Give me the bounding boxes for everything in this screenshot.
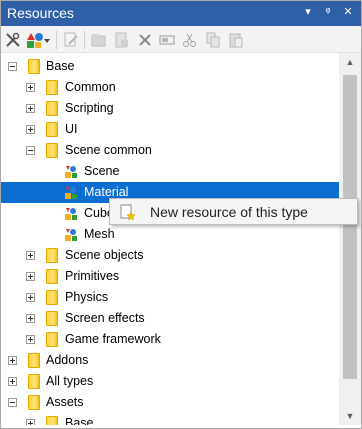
tree-item[interactable]: Scene objects <box>1 245 339 266</box>
edit-icon[interactable] <box>62 31 80 49</box>
tree-item-label: Base <box>65 416 94 425</box>
expand-icon[interactable] <box>26 419 35 425</box>
collapse-icon[interactable] <box>26 146 35 155</box>
expand-icon[interactable] <box>8 356 17 365</box>
pin-button[interactable]: ᵠ <box>320 4 336 20</box>
folder-icon <box>46 101 58 116</box>
tree-item-label: Scene <box>84 164 120 178</box>
toolbar-separator <box>56 31 57 49</box>
tree-item-label: Common <box>65 80 116 94</box>
expand-icon[interactable] <box>26 104 35 113</box>
tree-item[interactable]: Scene <box>1 161 339 182</box>
tree-item-label: Primitives <box>65 269 120 283</box>
tree-item-label: Addons <box>46 353 89 367</box>
resource-type-icon <box>63 227 79 243</box>
resource-type-icon <box>63 206 79 222</box>
expand-icon[interactable] <box>8 377 17 386</box>
folder-icon <box>28 395 40 410</box>
tree-item[interactable]: Mesh <box>1 224 339 245</box>
new-resource-icon[interactable] <box>25 31 51 49</box>
resource-type-icon <box>63 185 79 201</box>
folder-icon <box>28 59 40 74</box>
panel-title: Resources <box>7 5 74 21</box>
tree-item-label: Material <box>84 185 129 199</box>
tree-item[interactable]: Primitives <box>1 266 339 287</box>
tree-item[interactable]: Scene common <box>1 140 339 161</box>
tree-item-label: Scene common <box>65 143 152 157</box>
folder-icon <box>46 122 58 137</box>
folder-icon <box>46 311 58 326</box>
tree-item-label: UI <box>65 122 78 136</box>
tree-item-label: Game framework <box>65 332 161 346</box>
expand-icon[interactable] <box>26 251 35 260</box>
resource-type-icon <box>63 164 79 180</box>
tree-item[interactable]: Common <box>1 77 339 98</box>
expand-icon[interactable] <box>26 314 35 323</box>
tree-item-label: Screen effects <box>65 311 145 325</box>
expand-icon[interactable] <box>26 335 35 344</box>
tree-item[interactable]: Screen effects <box>1 308 339 329</box>
folder-icon <box>46 143 58 158</box>
scroll-up-button[interactable]: ▲ <box>339 53 361 71</box>
vertical-scrollbar[interactable]: ▲ ▼ <box>339 53 361 425</box>
new-resource-icon <box>118 203 136 221</box>
toolbar-separator <box>84 31 85 49</box>
panel-titlebar: Resources ▾ ᵠ ✕ <box>0 0 362 26</box>
tree-item-label: Scene objects <box>65 248 144 262</box>
folder-icon <box>46 290 58 305</box>
new-folder-icon[interactable] <box>90 31 108 49</box>
rename-icon[interactable] <box>158 31 176 49</box>
tree-item-label: All types <box>46 374 94 388</box>
tree-item-label: Scripting <box>65 101 114 115</box>
scroll-down-button[interactable]: ▼ <box>339 407 361 425</box>
folder-icon <box>28 374 40 389</box>
cut-icon[interactable] <box>181 31 199 49</box>
paste-icon[interactable] <box>227 31 245 49</box>
tree-item[interactable]: Addons <box>1 350 339 371</box>
panel-menu-button[interactable]: ▾ <box>300 4 316 20</box>
folder-icon <box>46 332 58 347</box>
context-menu: New resource of this type <box>109 198 358 225</box>
expand-icon[interactable] <box>26 125 35 134</box>
menu-item-new-resource[interactable]: New resource of this type <box>150 204 308 220</box>
expand-icon[interactable] <box>26 272 35 281</box>
tree-item[interactable]: Base <box>1 413 339 425</box>
expand-icon[interactable] <box>26 83 35 92</box>
tree-item-label: Mesh <box>84 227 115 241</box>
tree-item[interactable]: All types <box>1 371 339 392</box>
tree-item[interactable]: Physics <box>1 287 339 308</box>
resources-toolbar <box>0 26 362 53</box>
tree-item[interactable]: Scripting <box>1 98 339 119</box>
expand-icon[interactable] <box>26 293 35 302</box>
scrollbar-thumb[interactable] <box>343 75 357 379</box>
tree-item[interactable]: Game framework <box>1 329 339 350</box>
folder-icon <box>46 416 58 425</box>
tree-item[interactable]: Assets <box>1 392 339 413</box>
tree-item-label: Base <box>46 59 75 73</box>
copy-icon[interactable] <box>204 31 222 49</box>
folder-icon <box>46 80 58 95</box>
collapse-icon[interactable] <box>8 62 17 71</box>
folder-icon <box>46 269 58 284</box>
import-icon[interactable] <box>113 31 131 49</box>
collapse-icon[interactable] <box>8 398 17 407</box>
tree-item[interactable]: UI <box>1 119 339 140</box>
resource-tree[interactable]: Base Common Scripting UI Scene common Scene Ma… <box>1 53 339 425</box>
tools-icon[interactable] <box>4 31 22 49</box>
tree-item[interactable]: Base <box>1 56 339 77</box>
delete-icon[interactable] <box>136 31 154 49</box>
tree-item-label: Physics <box>65 290 109 304</box>
tree-item-label: Assets <box>46 395 84 409</box>
folder-icon <box>28 353 40 368</box>
folder-icon <box>46 248 58 263</box>
close-button[interactable]: ✕ <box>340 4 356 20</box>
